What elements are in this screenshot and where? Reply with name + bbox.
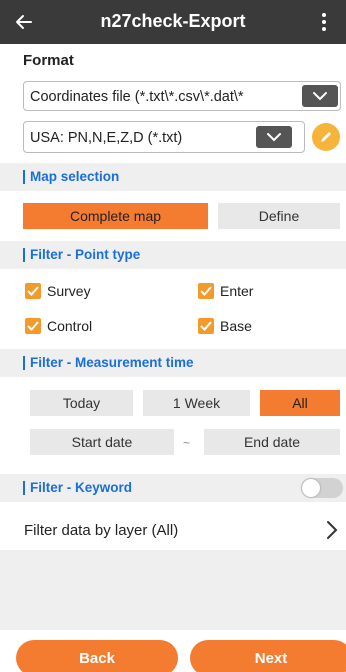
section-title: Filter - Point type [30, 247, 141, 262]
define-button[interactable]: Define [218, 203, 340, 229]
toggle-knob [302, 479, 320, 497]
more-vertical-icon[interactable] [308, 6, 340, 38]
keyword-toggle[interactable] [301, 478, 343, 498]
all-button[interactable]: All [260, 390, 340, 416]
layer-filter-row[interactable]: Filter data by layer (All) [0, 510, 346, 550]
section-title: Filter - Measurement time [30, 355, 194, 370]
section-accent-bar [23, 481, 25, 495]
checkbox-label: Base [220, 318, 252, 334]
section-keyword: Filter - Keyword [0, 474, 346, 502]
top-bar: n27check-Export [0, 0, 346, 44]
back-button[interactable]: Back [16, 640, 178, 672]
chevron-down-icon[interactable] [302, 85, 338, 107]
pencil-icon [321, 132, 331, 142]
layout-value: USA: PN,N,E,Z,D (*.txt) [30, 130, 183, 146]
page-title: n27check-Export [100, 11, 246, 31]
file-type-select[interactable]: Coordinates file (*.txt\*.csv\*.dat\* [23, 81, 341, 111]
complete-map-button[interactable]: Complete map [23, 203, 208, 229]
edit-format-button[interactable] [312, 123, 340, 151]
checkbox-checked-icon [25, 318, 41, 334]
one-week-button[interactable]: 1 Week [143, 390, 250, 416]
section-map-selection: Map selection [0, 163, 346, 191]
next-button[interactable]: Next [190, 640, 346, 672]
section-point-type: Filter - Point type [0, 241, 346, 269]
section-title: Filter - Keyword [30, 480, 133, 495]
section-title: Map selection [30, 169, 120, 184]
layout-select[interactable]: USA: PN,N,E,Z,D (*.txt) [23, 121, 305, 153]
survey-checkbox[interactable]: Survey [25, 283, 91, 299]
section-measurement-time: Filter - Measurement time [0, 349, 346, 377]
layer-filter-label: Filter data by layer (All) [24, 522, 179, 539]
section-accent-bar [23, 248, 25, 262]
control-checkbox[interactable]: Control [25, 318, 92, 334]
section-accent-bar [23, 170, 25, 184]
format-label: Format [23, 52, 74, 69]
checkbox-label: Enter [220, 283, 254, 299]
checkbox-label: Control [47, 318, 93, 334]
file-type-value: Coordinates file (*.txt\*.csv\*.dat\* [30, 89, 244, 105]
section-accent-bar [23, 356, 25, 370]
checkbox-checked-icon [25, 283, 41, 299]
end-date-button[interactable]: End date [204, 429, 340, 455]
enter-checkbox[interactable]: Enter [198, 283, 253, 299]
chevron-right-icon [326, 520, 338, 545]
chevron-down-icon[interactable] [256, 126, 292, 148]
checkbox-label: Survey [47, 283, 91, 299]
checkbox-checked-icon [198, 318, 214, 334]
checkbox-checked-icon [198, 283, 214, 299]
start-date-button[interactable]: Start date [30, 429, 174, 455]
today-button[interactable]: Today [30, 390, 133, 416]
empty-area [0, 550, 346, 630]
base-checkbox[interactable]: Base [198, 318, 252, 334]
date-range-separator: ~ [183, 436, 191, 450]
